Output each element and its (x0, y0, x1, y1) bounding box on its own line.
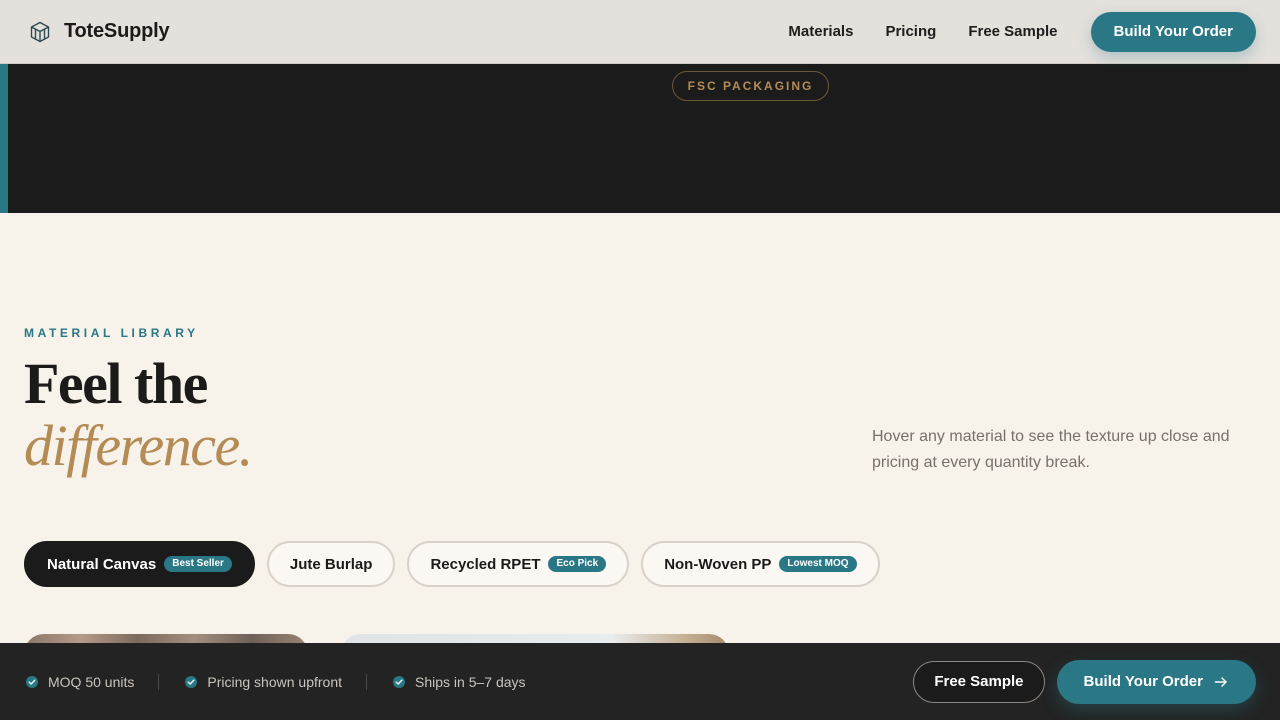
section-headline-accent: difference. (24, 413, 253, 478)
top-nav: ToteSupply Materials Pricing Free Sample… (0, 0, 1280, 64)
check-circle-icon (26, 675, 38, 688)
tab-label: Natural Canvas (47, 555, 157, 573)
nav-link-pricing[interactable]: Pricing (885, 23, 936, 40)
feature-pricing: Pricing shown upfront (183, 674, 342, 690)
arrow-right-icon (1214, 676, 1227, 687)
tab-badge: Eco Pick (548, 556, 607, 572)
material-tabs: Natural Canvas Best Seller Jute Burlap R… (24, 541, 880, 587)
tab-badge: Lowest MOQ (779, 556, 857, 572)
check-circle-icon (393, 675, 406, 688)
fsc-packaging-badge: FSC PACKAGING (672, 71, 829, 101)
divider (158, 673, 160, 690)
tab-label: Non-Woven PP (664, 555, 772, 573)
brand-name: ToteSupply (64, 20, 170, 42)
feature-label: Pricing shown upfront (207, 673, 343, 690)
nav-build-order-button[interactable]: Build Your Order (1090, 11, 1256, 52)
build-order-button[interactable]: Build Your Order (1056, 659, 1256, 704)
hero-section: FSC PACKAGING (0, 64, 1280, 213)
feature-moq: MOQ 50 units (24, 674, 134, 690)
check-circle-icon (185, 675, 198, 688)
sticky-bottom-bar: MOQ 50 units Pricing shown upfront Ships… (0, 643, 1280, 720)
box-logo-icon (30, 21, 50, 42)
build-order-label: Build Your Order (1083, 673, 1203, 690)
nav-links: Materials Pricing Free Sample (788, 23, 1057, 40)
tab-badge: Best Seller (164, 556, 232, 572)
section-intro: Hover any material to see the texture up… (872, 428, 1230, 471)
free-sample-button[interactable]: Free Sample (913, 660, 1045, 703)
feature-label: MOQ 50 units (48, 673, 135, 690)
tab-non-woven-pp[interactable]: Non-Woven PP Lowest MOQ (641, 541, 880, 587)
brand[interactable]: ToteSupply (28, 20, 170, 44)
section-headline: Feel the (24, 351, 208, 416)
divider (366, 673, 368, 690)
feature-label: Ships in 5–7 days (415, 673, 526, 690)
bottom-bar-actions: Free Sample Build Your Order (913, 659, 1256, 704)
tab-jute-burlap[interactable]: Jute Burlap (266, 541, 396, 587)
section-eyebrow: MATERIAL LIBRARY (24, 326, 199, 340)
nav-link-free-sample[interactable]: Free Sample (968, 23, 1057, 40)
feature-shipping: Ships in 5–7 days (391, 674, 526, 690)
hero-accent-bar (0, 64, 8, 213)
nav-link-materials[interactable]: Materials (788, 23, 853, 40)
tab-recycled-rpet[interactable]: Recycled RPET Eco Pick (407, 541, 630, 587)
tab-label: Jute Burlap (289, 555, 373, 573)
tab-natural-canvas[interactable]: Natural Canvas Best Seller (24, 541, 255, 587)
tab-label: Recycled RPET (430, 555, 541, 573)
